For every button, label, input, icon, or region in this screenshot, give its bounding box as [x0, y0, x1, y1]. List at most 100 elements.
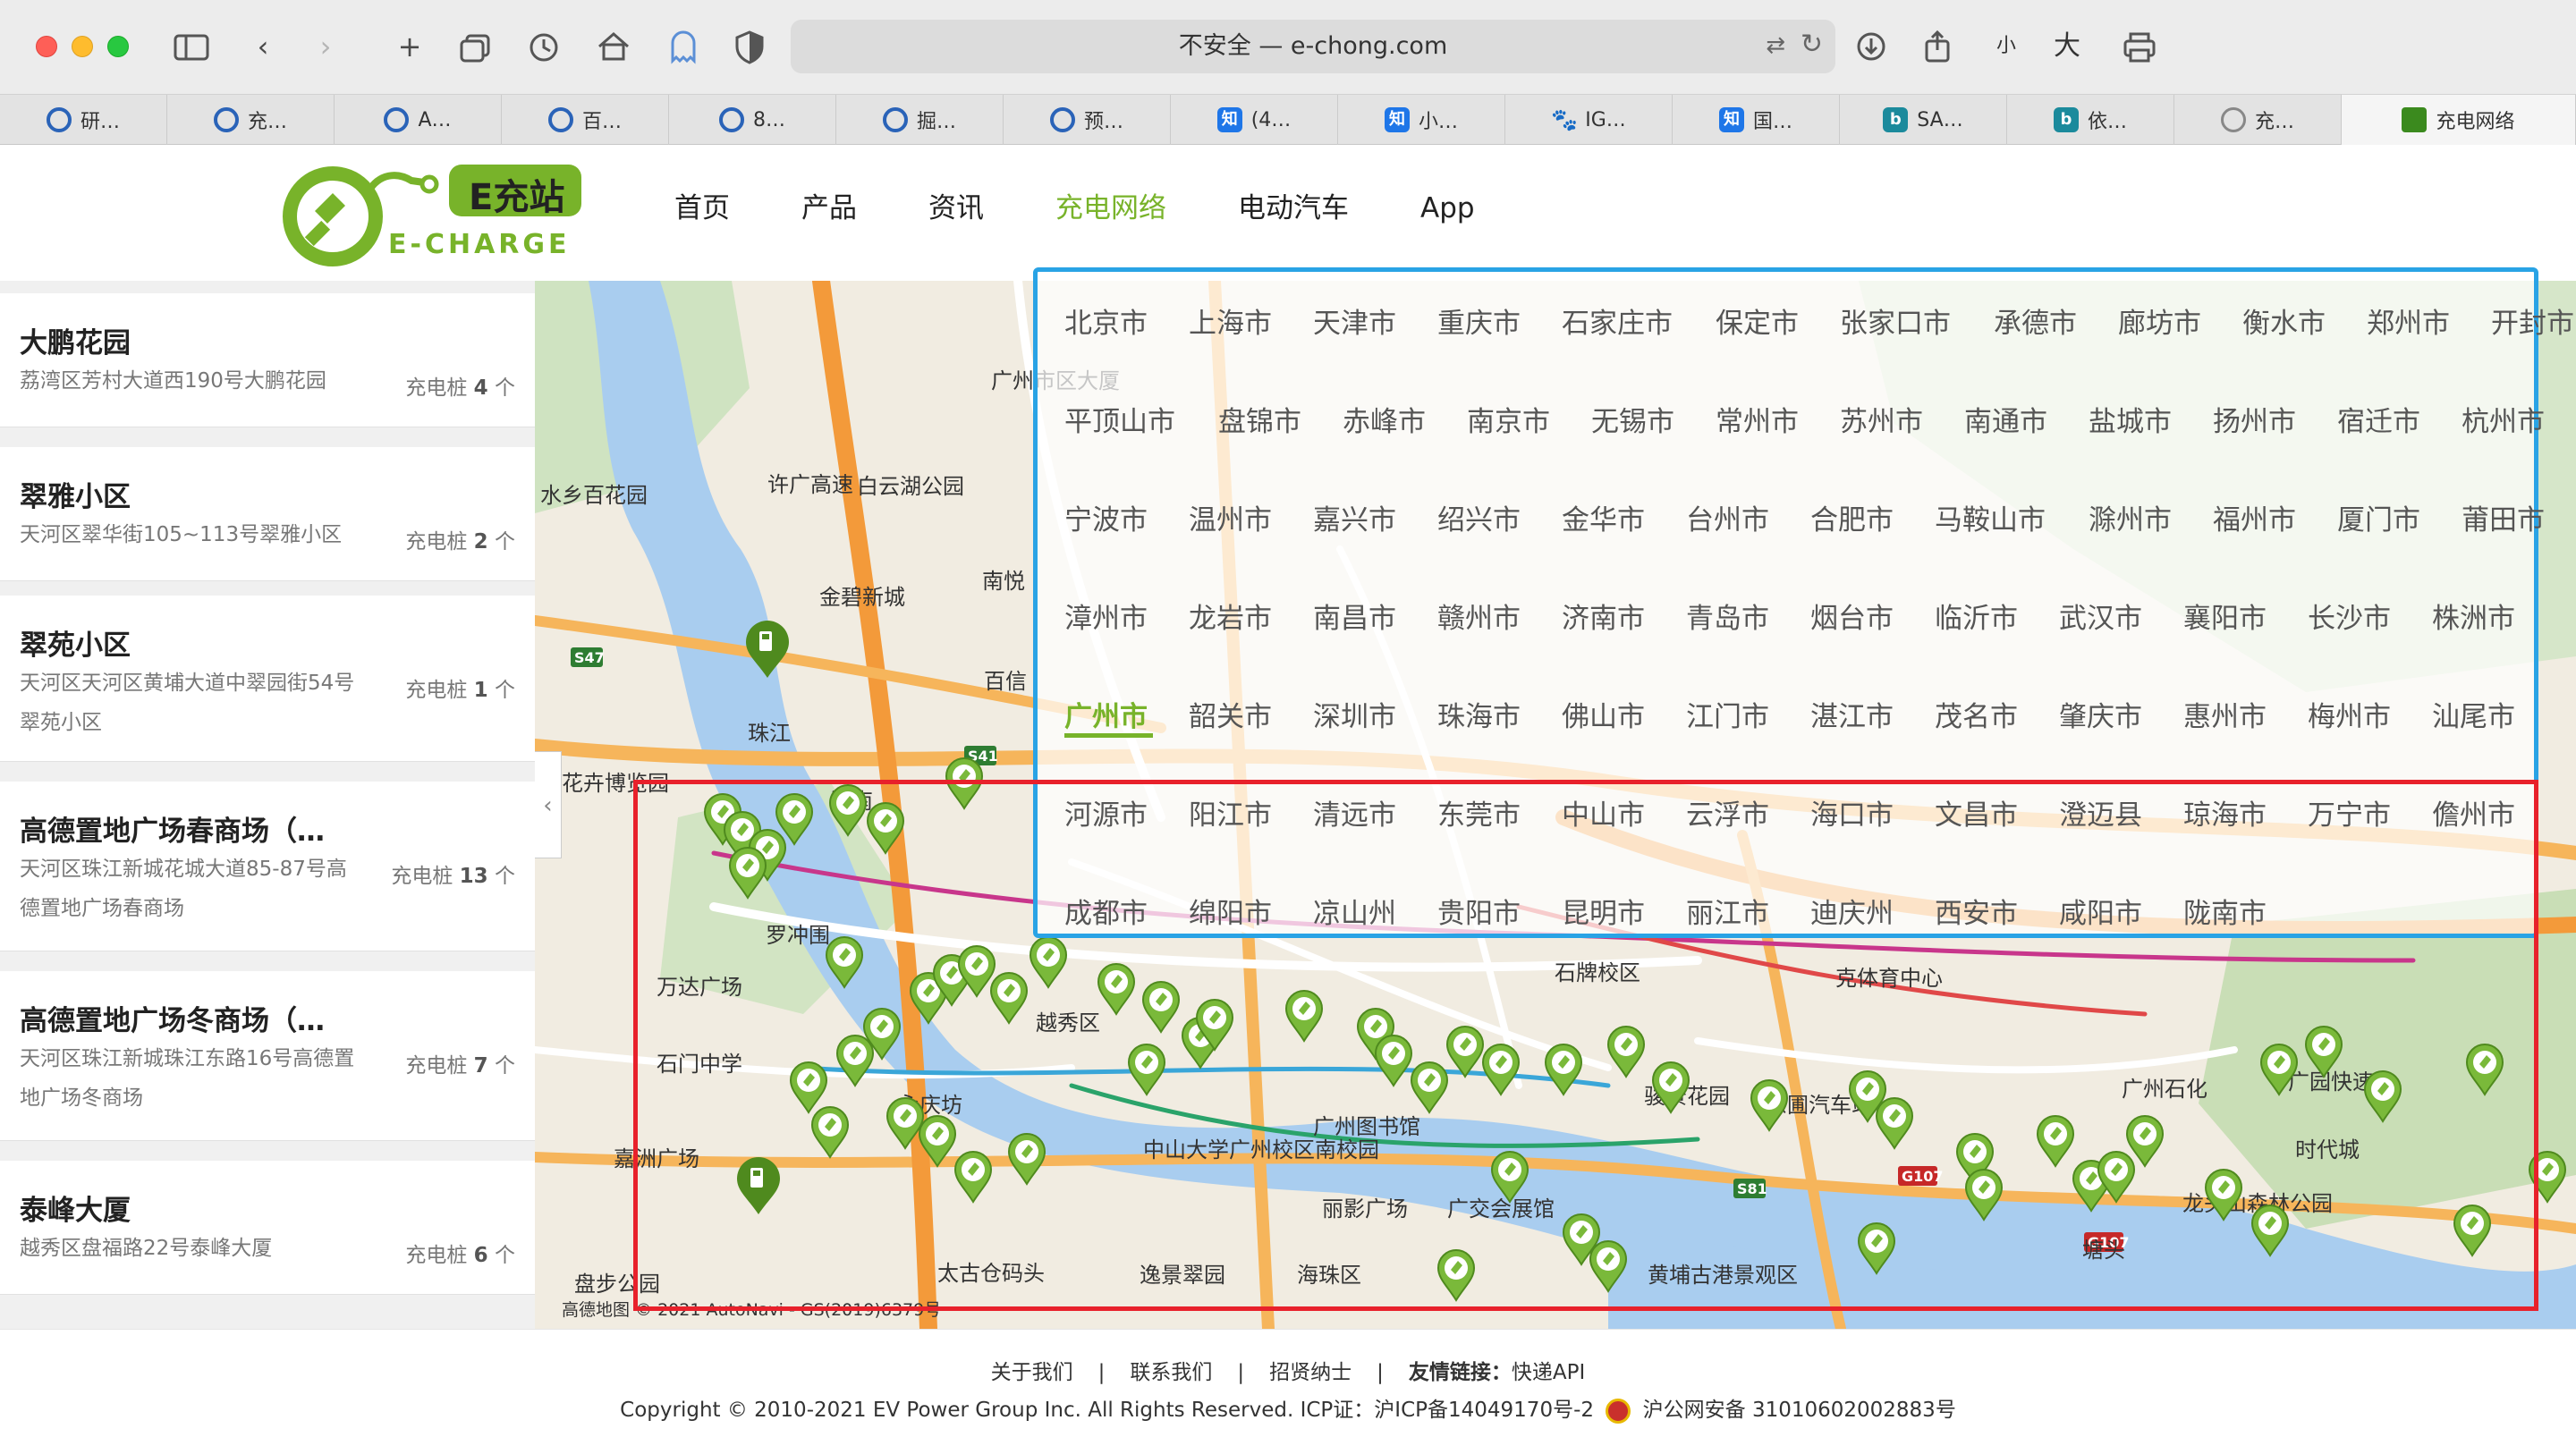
back-icon[interactable]: ‹ [242, 25, 284, 68]
browser-tab[interactable]: b 依… [2007, 95, 2174, 145]
city-option[interactable]: 赣州市 [1437, 596, 1521, 636]
city-option[interactable]: 天津市 [1313, 300, 1396, 341]
home-icon[interactable] [592, 25, 635, 68]
city-option[interactable]: 深圳市 [1313, 694, 1396, 734]
city-option[interactable]: 珠海市 [1437, 694, 1521, 734]
city-option[interactable]: 无锡市 [1591, 399, 1674, 439]
browser-tab[interactable]: 充… [2174, 95, 2342, 145]
ghost-extension-icon[interactable] [662, 25, 705, 68]
city-option[interactable]: 杭州市 [2462, 399, 2545, 439]
city-option[interactable]: 南昌市 [1313, 596, 1396, 636]
city-option[interactable]: 常州市 [1716, 399, 1799, 439]
city-option[interactable]: 盐城市 [2089, 399, 2172, 439]
browser-tab[interactable]: A… [335, 95, 502, 145]
nav-item[interactable]: 充电网络 [1055, 188, 1166, 229]
city-option[interactable]: 茂名市 [1935, 694, 2018, 734]
city-option[interactable]: 广州市 [1064, 694, 1148, 734]
city-option[interactable]: 扬州市 [2213, 399, 2296, 439]
nav-item[interactable]: 首页 [674, 188, 730, 229]
download-icon[interactable] [1850, 25, 1893, 68]
browser-tab[interactable]: 知国… [1673, 95, 1840, 145]
city-option[interactable]: 衡水市 [2242, 300, 2326, 341]
city-option[interactable]: 张家口市 [1840, 300, 1951, 341]
browser-tab[interactable]: 掘… [836, 95, 1004, 145]
city-option[interactable]: 株洲市 [2432, 596, 2515, 636]
tab-overview-icon[interactable] [454, 25, 497, 68]
city-option[interactable]: 宿迁市 [2337, 399, 2420, 439]
city-option[interactable]: 保定市 [1716, 300, 1799, 341]
city-option[interactable]: 莆田市 [2462, 497, 2545, 537]
forward-icon[interactable]: › [304, 25, 347, 68]
new-tab-icon[interactable]: + [388, 25, 431, 68]
browser-tab[interactable]: 🐾 IG… [1505, 95, 1673, 145]
browser-tab[interactable]: 知小… [1338, 95, 1505, 145]
browser-tab[interactable]: 百… [502, 95, 669, 145]
city-option[interactable]: 盘锦市 [1218, 399, 1301, 439]
city-option[interactable]: 福州市 [2213, 497, 2296, 537]
city-option[interactable]: 武汉市 [2059, 596, 2142, 636]
station-item[interactable]: 翠雅小区 天河区翠华街105~113号翠雅小区 充电桩 2 个 [0, 447, 535, 581]
browser-tab[interactable]: 研… [0, 95, 167, 145]
city-option[interactable]: 承德市 [1994, 300, 2077, 341]
city-option[interactable]: 肇庆市 [2059, 694, 2142, 734]
station-item[interactable]: 高德置地广场春商场（… 天河区珠江新城花城大道85-87号高德置地广场春商场 充电桩… [0, 782, 535, 951]
city-option[interactable]: 厦门市 [2337, 497, 2420, 537]
city-option[interactable]: 重庆市 [1437, 300, 1521, 341]
city-option[interactable]: 合肥市 [1810, 497, 1894, 537]
city-option[interactable]: 惠州市 [2183, 694, 2267, 734]
friend-link[interactable]: 快递API [1512, 1361, 1585, 1384]
city-option[interactable]: 上海市 [1189, 300, 1272, 341]
city-option[interactable]: 绍兴市 [1437, 497, 1521, 537]
station-item[interactable]: 翠苑小区 天河区天河区黄埔大道中翠园街54号翠苑小区 充电桩 1 个 [0, 596, 535, 762]
city-option[interactable]: 襄阳市 [2183, 596, 2267, 636]
share-icon[interactable] [1916, 25, 1959, 68]
city-option[interactable]: 滁州市 [2089, 497, 2172, 537]
city-option[interactable]: 韶关市 [1189, 694, 1272, 734]
city-option[interactable]: 梅州市 [2308, 694, 2391, 734]
city-option[interactable]: 开封市 [2491, 300, 2574, 341]
city-option[interactable]: 苏州市 [1840, 399, 1923, 439]
sidebar-toggle-icon[interactable] [170, 25, 213, 68]
city-option[interactable]: 佛山市 [1562, 694, 1645, 734]
police-record-link[interactable]: 沪公网安备 31010602002883号 [1643, 1399, 1956, 1422]
zoom-window-button[interactable] [107, 36, 129, 57]
print-icon[interactable] [2118, 25, 2161, 68]
shield-icon[interactable] [728, 25, 771, 68]
echarge-logo[interactable]: E充站 E-CHARGE [281, 156, 585, 272]
browser-tab[interactable]: b SA… [1840, 95, 2007, 145]
text-larger-button[interactable]: 大 [2054, 27, 2080, 66]
city-option[interactable]: 烟台市 [1810, 596, 1894, 636]
city-option[interactable]: 郑州市 [2367, 300, 2450, 341]
city-option[interactable]: 宁波市 [1064, 497, 1148, 537]
city-option[interactable]: 石家庄市 [1562, 300, 1673, 341]
city-option[interactable]: 赤峰市 [1343, 399, 1426, 439]
browser-tab[interactable]: 8… [669, 95, 836, 145]
city-option[interactable]: 南通市 [1964, 399, 2047, 439]
city-option[interactable]: 临沂市 [1935, 596, 2018, 636]
city-option[interactable]: 嘉兴市 [1313, 497, 1396, 537]
minimize-window-button[interactable] [72, 36, 93, 57]
city-option[interactable]: 漳州市 [1064, 596, 1148, 636]
translate-icon[interactable]: ⇄ [1766, 32, 1785, 59]
text-smaller-button[interactable]: 小 [1996, 27, 2016, 66]
city-option[interactable]: 台州市 [1686, 497, 1769, 537]
footer-link[interactable]: 联系我们 [1130, 1361, 1212, 1384]
reload-icon[interactable]: ↻ [1801, 29, 1823, 60]
nav-item[interactable]: 产品 [801, 188, 857, 229]
browser-tab[interactable]: 预… [1004, 95, 1171, 145]
footer-link[interactable]: 关于我们 [991, 1361, 1073, 1384]
city-option[interactable]: 廊坊市 [2118, 300, 2201, 341]
city-option[interactable]: 南京市 [1467, 399, 1550, 439]
city-option[interactable]: 北京市 [1064, 300, 1148, 341]
history-icon[interactable] [522, 25, 565, 68]
city-option[interactable]: 汕尾市 [2432, 694, 2515, 734]
address-bar[interactable]: 不安全 — e-chong.com ⇄ ↻ [791, 20, 1835, 73]
nav-item[interactable]: 电动汽车 [1238, 188, 1349, 229]
station-item[interactable]: 大鹏花园 荔湾区芳村大道西190号大鹏花园 充电桩 4 个 [0, 293, 535, 427]
nav-item[interactable]: 资讯 [928, 188, 984, 229]
browser-tab[interactable]: 充电网络 [2342, 95, 2576, 145]
station-item[interactable]: 泰峰大厦 越秀区盘福路22号泰峰大厦 充电桩 6 个 [0, 1161, 535, 1295]
city-option[interactable]: 江门市 [1686, 694, 1769, 734]
city-option[interactable]: 青岛市 [1686, 596, 1769, 636]
nav-item[interactable]: App [1420, 188, 1475, 229]
